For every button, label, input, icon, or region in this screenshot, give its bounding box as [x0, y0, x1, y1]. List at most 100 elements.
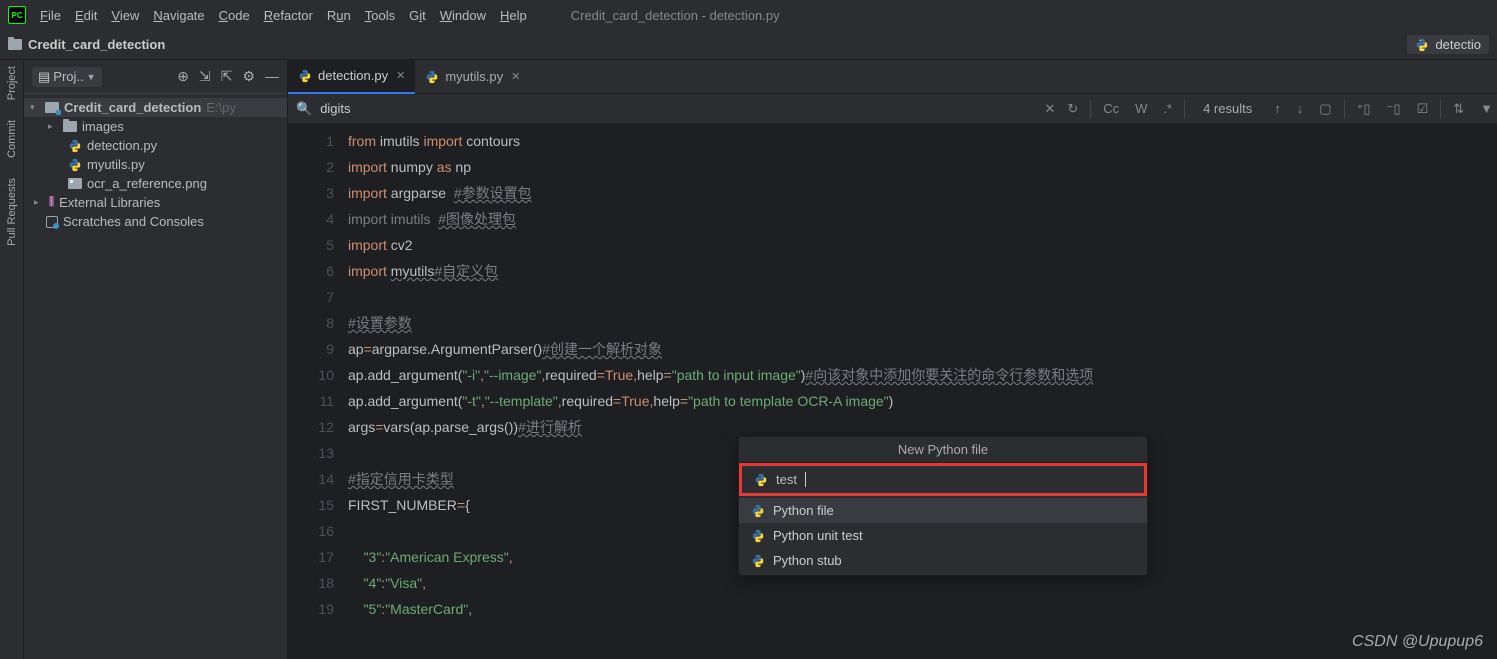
locate-icon[interactable]: ⊕	[177, 68, 189, 85]
expand-icon[interactable]: ⇲	[199, 68, 211, 85]
run-config-label: detectio	[1435, 37, 1481, 52]
python-icon	[1415, 38, 1429, 52]
tree-root-path: E:\py	[206, 100, 236, 115]
menu-bar: PC File Edit View Navigate Code Refactor…	[0, 0, 1497, 30]
close-icon[interactable]: ✕	[511, 70, 520, 83]
tree-item-label: ocr_a_reference.png	[87, 176, 207, 191]
popup-item-label: Python unit test	[773, 528, 863, 543]
next-match-icon[interactable]: ↓	[1293, 101, 1308, 116]
menu-refactor[interactable]: Refactor	[264, 8, 313, 23]
filter-icon[interactable]: ▼	[1476, 101, 1497, 116]
tree-external-libs[interactable]: ▸ ⫼ External Libraries	[24, 193, 287, 212]
python-icon	[425, 70, 439, 84]
watermark: CSDN @Upupup6	[1352, 633, 1483, 651]
find-bar: 🔍 ✕ ↻ Cc W .* 4 results ↑ ↓ ▢ ⁺▯ ⁻▯ ☑ ⇅ …	[288, 94, 1497, 124]
tree-file-detection[interactable]: detection.py	[24, 136, 287, 155]
close-icon[interactable]: ✕	[396, 69, 405, 82]
folder-icon	[8, 39, 22, 50]
menu-view[interactable]: View	[111, 8, 139, 23]
left-tool-rail: Project Commit Pull Requests	[0, 60, 24, 659]
tab-detection[interactable]: detection.py ✕	[288, 60, 415, 94]
popup-input-row: test	[739, 463, 1147, 496]
code-editor[interactable]: 12345678910111213141516171819 from imuti…	[288, 124, 1497, 659]
tree-file-myutils[interactable]: myutils.py	[24, 155, 287, 174]
search-history-icon[interactable]: ↻	[1063, 101, 1082, 117]
sidebar-header: ▤ Proj.. ▼ ⊕ ⇲ ⇱ ⚙ —	[24, 60, 287, 94]
search-icon: 🔍	[296, 101, 312, 117]
python-icon	[751, 529, 765, 543]
tab-label: detection.py	[318, 68, 388, 83]
project-sidebar: ▤ Proj.. ▼ ⊕ ⇲ ⇱ ⚙ — ▾ Credit_card_detec…	[24, 60, 288, 659]
menu-git[interactable]: Git	[409, 8, 426, 23]
window-title: Credit_card_detection - detection.py	[571, 8, 780, 23]
add-selection-icon[interactable]: ⁺▯	[1353, 101, 1375, 117]
menu-help[interactable]: Help	[500, 8, 527, 23]
editor-tabs: detection.py ✕ myutils.py ✕	[288, 60, 1497, 94]
menu-window[interactable]: Window	[440, 8, 486, 23]
filter-button[interactable]: ⇅	[1449, 101, 1468, 117]
tool-project-tab[interactable]: Project	[6, 66, 18, 100]
clear-search-icon[interactable]: ✕	[1044, 101, 1055, 117]
tree-root[interactable]: ▾ Credit_card_detection E:\py	[24, 98, 287, 117]
remove-selection-icon[interactable]: ⁻▯	[1383, 101, 1405, 117]
results-count: 4 results	[1193, 101, 1262, 116]
popup-item-unittest[interactable]: Python unit test	[739, 523, 1147, 548]
collapse-icon[interactable]: ⇱	[221, 68, 233, 85]
tool-commit-tab[interactable]: Commit	[6, 120, 18, 158]
python-icon	[298, 69, 312, 83]
image-icon	[68, 178, 82, 189]
gutter: 12345678910111213141516171819	[288, 124, 348, 659]
menu-navigate[interactable]: Navigate	[153, 8, 204, 23]
menu-tools[interactable]: Tools	[365, 8, 395, 23]
hide-icon[interactable]: —	[265, 68, 279, 85]
scratch-icon	[46, 216, 58, 228]
code-content[interactable]: from imutils import contours import nump…	[348, 124, 1497, 659]
search-input[interactable]	[320, 101, 620, 116]
menu-edit[interactable]: Edit	[75, 8, 97, 23]
tree-item-label: myutils.py	[87, 157, 145, 172]
run-config-selector[interactable]: detectio	[1407, 35, 1489, 54]
python-icon	[68, 139, 82, 153]
tree-file-ocrref[interactable]: ocr_a_reference.png	[24, 174, 287, 193]
chevron-down-icon: ▼	[87, 72, 96, 82]
tool-pullrequests-tab[interactable]: Pull Requests	[6, 178, 18, 246]
python-icon	[751, 554, 765, 568]
python-icon	[68, 158, 82, 172]
tree-scratches[interactable]: Scratches and Consoles	[24, 212, 287, 231]
library-icon: ⫼	[49, 196, 54, 209]
project-folder-icon	[45, 102, 59, 113]
chevron-right-icon: ▸	[48, 121, 58, 132]
menu-code[interactable]: Code	[219, 8, 250, 23]
python-icon	[751, 504, 765, 518]
popup-item-label: Python stub	[773, 553, 842, 568]
breadcrumb-label: Credit_card_detection	[28, 37, 165, 52]
tree-item-label: External Libraries	[59, 195, 160, 210]
gear-icon[interactable]: ⚙	[242, 68, 255, 85]
chevron-down-icon: ▾	[30, 102, 40, 113]
breadcrumb[interactable]: Credit_card_detection	[8, 37, 165, 52]
select-occurrences-icon[interactable]: ☑	[1413, 101, 1433, 117]
tree-item-label: images	[82, 119, 124, 134]
select-all-icon[interactable]: ▢	[1315, 101, 1335, 117]
chevron-right-icon: ▸	[34, 197, 44, 208]
popup-item-label: Python file	[773, 503, 834, 518]
menu-file[interactable]: File	[40, 8, 61, 23]
regex-button[interactable]: .*	[1159, 101, 1176, 116]
tab-myutils[interactable]: myutils.py ✕	[415, 60, 530, 94]
menu-run[interactable]: Run	[327, 8, 351, 23]
tree-folder-images[interactable]: ▸ images	[24, 117, 287, 136]
navigation-bar: Credit_card_detection detectio	[0, 30, 1497, 60]
app-logo-icon: PC	[8, 6, 26, 24]
match-case-button[interactable]: Cc	[1099, 101, 1123, 116]
popup-item-stub[interactable]: Python stub	[739, 548, 1147, 573]
new-file-popup: New Python file test Python file Python …	[738, 436, 1148, 576]
words-button[interactable]: W	[1131, 101, 1151, 116]
project-tree: ▾ Credit_card_detection E:\py ▸ images d…	[24, 94, 287, 235]
popup-list: Python file Python unit test Python stub	[739, 496, 1147, 575]
popup-item-pythonfile[interactable]: Python file	[739, 498, 1147, 523]
tree-root-label: Credit_card_detection	[64, 100, 201, 115]
project-view-label: Proj..	[53, 69, 83, 84]
project-view-selector[interactable]: ▤ Proj.. ▼	[32, 67, 102, 87]
tab-label: myutils.py	[445, 69, 503, 84]
prev-match-icon[interactable]: ↑	[1270, 101, 1285, 116]
